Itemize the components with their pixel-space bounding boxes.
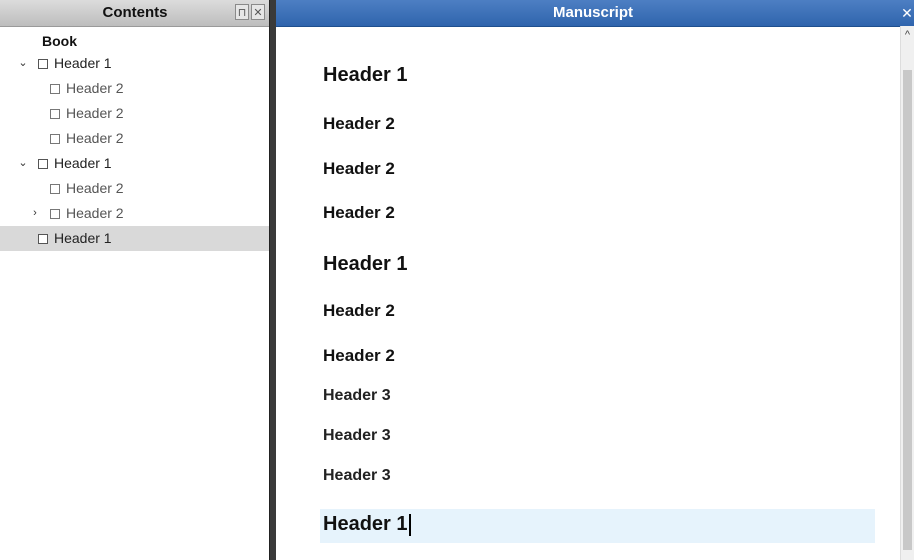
tree-root-book[interactable]: Book	[0, 31, 269, 51]
scroll-up-icon[interactable]: ^	[901, 26, 914, 44]
heading-1[interactable]: Header 1	[323, 253, 408, 276]
checkbox-icon[interactable]	[50, 83, 60, 94]
tree-item-header-2[interactable]: Header 2	[0, 101, 269, 126]
chevron-down-icon[interactable]: ⌄	[14, 51, 32, 76]
tree-item-label: Header 2	[66, 105, 124, 121]
contents-tree: Book ⌄ Header 1 Header 2 Header 2 Header…	[0, 27, 269, 251]
contents-title: Contents	[102, 4, 168, 21]
heading-2[interactable]: Header 2	[323, 301, 395, 321]
tree-item-header-2[interactable]: Header 2	[0, 176, 269, 201]
checkbox-icon[interactable]	[50, 208, 60, 219]
tree-item-label: Header 2	[66, 130, 124, 146]
tree-item-label: Header 2	[66, 80, 124, 96]
checkbox-icon[interactable]	[50, 108, 60, 119]
tree-item-label: Header 1	[54, 155, 112, 171]
heading-1-current[interactable]: Header 1	[323, 513, 411, 536]
scroll-thumb[interactable]	[903, 70, 912, 550]
close-icon[interactable]: ✕	[251, 4, 265, 20]
checkbox-icon[interactable]	[50, 133, 60, 144]
chevron-down-icon[interactable]: ⌄	[14, 151, 32, 176]
chevron-right-icon[interactable]: ›	[26, 201, 44, 226]
tree-item-header-2[interactable]: Header 2	[0, 126, 269, 151]
checkbox-icon[interactable]	[50, 183, 60, 194]
close-icon[interactable]: ✕	[900, 3, 914, 23]
app-window: Contents ⊓ ✕ Book ⌄ Header 1 Header 2 He…	[0, 0, 914, 560]
heading-3[interactable]: Header 3	[323, 387, 391, 405]
contents-header-controls: ⊓ ✕	[235, 4, 265, 20]
tree-item-label: Header 2	[66, 205, 124, 221]
heading-2[interactable]: Header 2	[323, 346, 395, 366]
heading-2[interactable]: Header 2	[323, 159, 395, 179]
checkbox-icon[interactable]	[38, 158, 48, 169]
tree-item-header-2[interactable]: › Header 2	[0, 201, 269, 226]
heading-3[interactable]: Header 3	[323, 467, 391, 485]
vertical-scrollbar[interactable]: ^	[900, 26, 914, 560]
tree-item-label: Header 1	[54, 230, 112, 246]
heading-2[interactable]: Header 2	[323, 203, 395, 223]
text-caret	[408, 513, 411, 536]
tree-item-label: Header 1	[54, 55, 112, 71]
checkbox-icon[interactable]	[38, 233, 48, 244]
checkbox-icon[interactable]	[38, 58, 48, 69]
heading-2[interactable]: Header 2	[323, 114, 395, 134]
tree-item-header-1-selected[interactable]: Header 1	[0, 226, 269, 251]
heading-3[interactable]: Header 3	[323, 427, 391, 445]
tree-item-header-2[interactable]: Header 2	[0, 76, 269, 101]
manuscript-panel: Manuscript ✕ Header 1 Header 2 Header 2 …	[276, 0, 914, 560]
heading-1-text: Header 1	[323, 513, 408, 535]
pin-icon[interactable]: ⊓	[235, 4, 249, 20]
manuscript-editor[interactable]: Header 1 Header 2 Header 2 Header 2 Head…	[276, 26, 900, 560]
heading-1[interactable]: Header 1	[323, 64, 408, 87]
manuscript-header: Manuscript ✕	[276, 0, 914, 27]
tree-item-header-1[interactable]: ⌄ Header 1	[0, 51, 269, 76]
contents-panel: Contents ⊓ ✕ Book ⌄ Header 1 Header 2 He…	[0, 0, 270, 560]
tree-item-header-1[interactable]: ⌄ Header 1	[0, 151, 269, 176]
contents-header: Contents ⊓ ✕	[0, 0, 269, 27]
manuscript-title: Manuscript	[552, 4, 633, 21]
tree-item-label: Header 2	[66, 180, 124, 196]
